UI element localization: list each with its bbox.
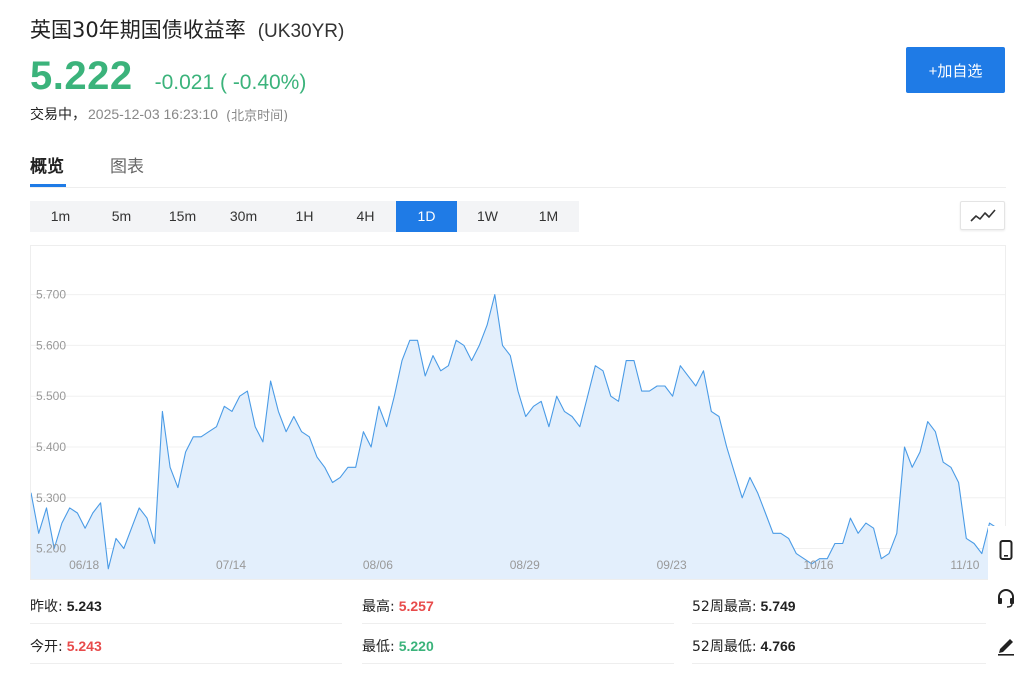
customer-service-button[interactable]: [988, 574, 1024, 622]
period-30m[interactable]: 30m: [213, 201, 274, 232]
y-tick-label: 5.500: [36, 389, 66, 403]
mobile-app-button[interactable]: [988, 526, 1024, 574]
week52-low-label: 52周最低:: [692, 638, 757, 655]
timezone-label: (北京时间): [226, 108, 289, 124]
period-5m[interactable]: 5m: [91, 201, 152, 232]
price-change: -0.021 ( -0.40%): [154, 71, 307, 94]
stat-52w-high: 52周最高: 5.749: [692, 588, 986, 624]
open-value: 5.243: [66, 637, 102, 654]
period-1d[interactable]: 1D: [396, 201, 457, 232]
instrument-name: 英国30年期国债收益率: [30, 18, 246, 42]
y-tick-label: 5.700: [36, 288, 66, 302]
page-title: 英国30年期国债收益率 (UK30YR): [30, 14, 344, 46]
prev-close-label: 昨收:: [30, 598, 63, 615]
line-chart-icon: [969, 208, 996, 222]
stat-low: 最低: 5.220: [362, 628, 674, 664]
price-area: [31, 294, 1005, 579]
y-tick-label: 5.200: [36, 542, 66, 556]
quote-timestamp: 2025-12-03 16:23:10: [88, 106, 218, 122]
period-selector: 1m 5m 15m 30m 1H 4H 1D 1W 1M: [30, 201, 579, 232]
tab-bar: 概览 图表: [30, 140, 1006, 188]
stat-high: 最高: 5.257: [362, 588, 674, 624]
prev-close-value: 5.243: [66, 597, 102, 614]
period-1h[interactable]: 1H: [274, 201, 335, 232]
y-tick-label: 5.300: [36, 491, 66, 505]
quote-row: 5.222 -0.021 ( -0.40%): [30, 54, 306, 99]
chart-type-button[interactable]: [960, 201, 1005, 230]
x-tick-label: 11/10: [950, 558, 979, 572]
trading-state: 交易中，: [30, 107, 86, 123]
period-15m[interactable]: 15m: [152, 201, 213, 232]
week52-high-label: 52周最高:: [692, 598, 757, 615]
tab-chart[interactable]: 图表: [110, 152, 144, 177]
stat-prev-close: 昨收: 5.243: [30, 588, 342, 624]
add-watchlist-button[interactable]: +加自选: [906, 47, 1005, 93]
x-tick-label: 06/18: [69, 558, 99, 572]
low-label: 最低:: [362, 638, 395, 655]
price-chart[interactable]: 5.700 5.600 5.500 5.400 5.300 5.200 06/18 07/14…: [30, 245, 1006, 580]
trading-status: 交易中， 2025-12-03 16:23:10 (北京时间): [30, 104, 288, 124]
mobile-icon: [999, 540, 1013, 560]
tab-overview[interactable]: 概览: [30, 152, 64, 177]
stat-52w-low: 52周最低: 4.766: [692, 628, 986, 664]
period-1m[interactable]: 1m: [30, 201, 91, 232]
low-value: 5.220: [398, 637, 434, 654]
high-value: 5.257: [398, 597, 434, 614]
stat-open: 今开: 5.243: [30, 628, 342, 664]
week52-high-value: 5.749: [760, 597, 796, 614]
feedback-button[interactable]: [988, 622, 1024, 670]
week52-low-value: 4.766: [760, 637, 796, 654]
instrument-code: (UK30YR): [257, 21, 345, 42]
y-tick-label: 5.400: [36, 440, 66, 454]
high-label: 最高:: [362, 598, 395, 615]
active-tab-indicator: [30, 184, 66, 187]
period-1w[interactable]: 1W: [457, 201, 518, 232]
x-tick-label: 08/29: [510, 558, 540, 572]
x-tick-label: 10/16: [803, 558, 833, 572]
current-price: 5.222: [30, 54, 133, 98]
pen-icon: [998, 639, 1014, 656]
y-tick-label: 5.600: [36, 338, 66, 352]
period-4h[interactable]: 4H: [335, 201, 396, 232]
side-toolbar: [988, 526, 1024, 670]
x-tick-label: 09/23: [657, 558, 687, 572]
period-1mo[interactable]: 1M: [518, 201, 579, 232]
price-chart-svg: 5.700 5.600 5.500 5.400 5.300 5.20006/18 07/14…: [31, 288, 1005, 579]
headset-icon: [998, 589, 1014, 608]
x-tick-label: 07/14: [216, 558, 246, 572]
x-tick-label: 08/06: [363, 558, 393, 572]
open-label: 今开:: [30, 638, 63, 655]
